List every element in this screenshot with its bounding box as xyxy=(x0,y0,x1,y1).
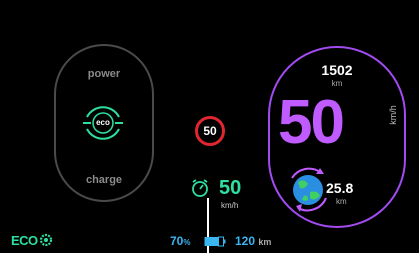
eco-distance-value: 25.8 xyxy=(326,180,354,196)
battery-percent-unit: % xyxy=(183,238,191,247)
cruise-speed-value: 50 xyxy=(219,177,242,199)
eco-distance-unit: km xyxy=(336,197,347,206)
range-readout: 120 km xyxy=(235,234,271,248)
eco-gear-icon xyxy=(39,233,53,247)
cruise-speed-unit: km/h xyxy=(221,201,239,210)
odometer-unit: km xyxy=(331,79,343,88)
charge-label: charge xyxy=(85,174,123,186)
cruise-control-icon xyxy=(192,179,208,197)
range-value: 120 xyxy=(235,234,256,248)
current-speed: 50 xyxy=(278,88,345,157)
drive-mode-label: ECO xyxy=(11,233,38,248)
speedometer-panel: 1502 km 50 km/h 25.8 km xyxy=(268,46,406,228)
power-charge-gauge: power eco charge xyxy=(54,44,154,202)
speed-limit-sign: 50 xyxy=(195,116,225,146)
drive-mode-text: ECO xyxy=(11,233,38,248)
range-unit: km xyxy=(258,237,272,247)
speed-unit: km/h xyxy=(387,105,398,125)
eco-mode-text: eco xyxy=(96,118,110,127)
battery-icon xyxy=(204,236,226,247)
power-label: power xyxy=(87,68,121,80)
battery-percent: 70% xyxy=(170,234,190,248)
battery-percent-value: 70 xyxy=(170,234,184,248)
odometer-value: 1502 xyxy=(321,62,353,78)
eco-earth-icon xyxy=(291,167,327,212)
speed-limit-value: 50 xyxy=(203,124,217,138)
